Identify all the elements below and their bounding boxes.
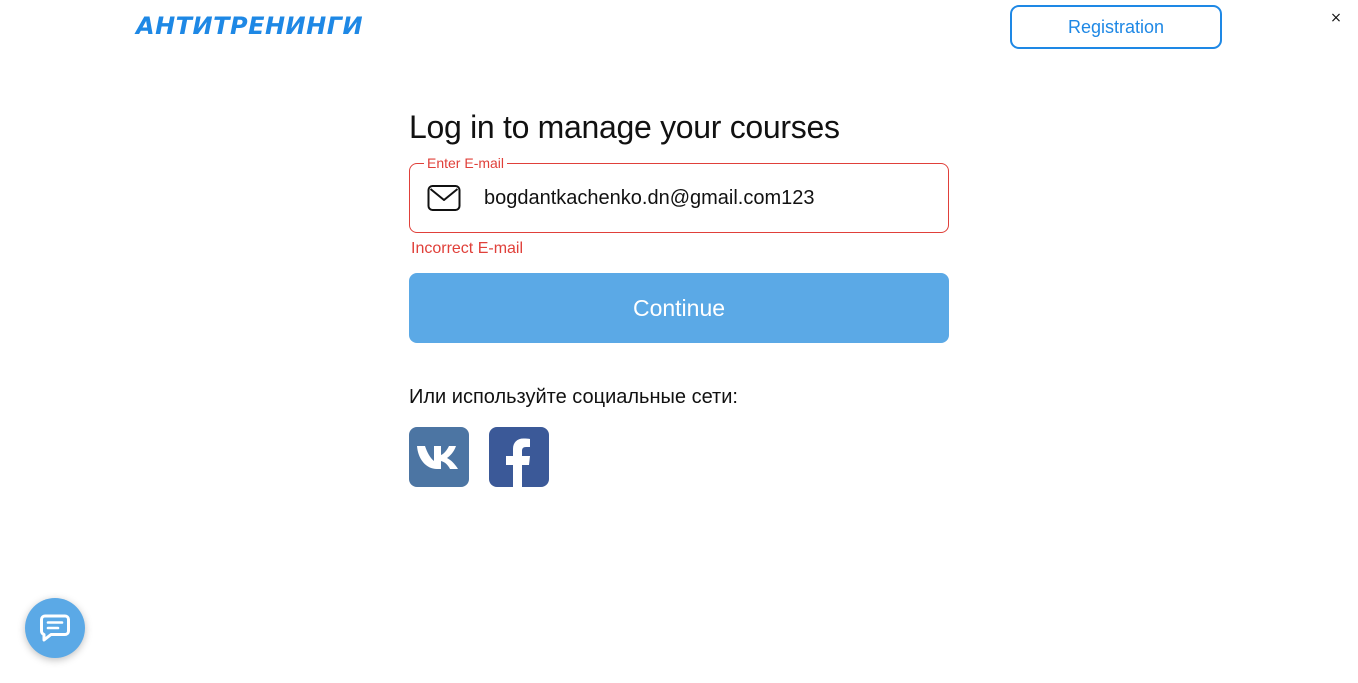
email-field-label: Enter E-mail: [424, 155, 508, 171]
facebook-login-button[interactable]: [489, 427, 549, 487]
email-error-message: Incorrect E-mail: [411, 240, 524, 257]
registration-button[interactable]: Registration: [1010, 5, 1222, 49]
facebook-icon: [506, 438, 530, 487]
email-field[interactable]: Enter E-mail: [409, 155, 949, 233]
chat-widget-button[interactable]: [25, 598, 85, 658]
login-form: Log in to manage your courses Enter E-ma…: [409, 105, 949, 487]
social-login-buttons: [409, 427, 949, 487]
social-login-label: Или используйте социальные сети:: [409, 386, 738, 408]
email-input[interactable]: [484, 182, 924, 214]
vk-login-button[interactable]: [409, 427, 469, 487]
page-title: Log in to manage your courses: [409, 109, 840, 145]
close-icon[interactable]: ×: [1328, 8, 1344, 28]
envelope-icon: [427, 185, 461, 211]
site-logo[interactable]: АНТИТРЕНИНГИ: [136, 12, 363, 40]
vk-icon: [417, 446, 458, 469]
login-page: АНТИТРЕНИНГИ Registration × Log in to ma…: [0, 0, 1358, 683]
chat-bubble-icon: [40, 614, 70, 642]
continue-button[interactable]: Continue: [409, 273, 949, 343]
